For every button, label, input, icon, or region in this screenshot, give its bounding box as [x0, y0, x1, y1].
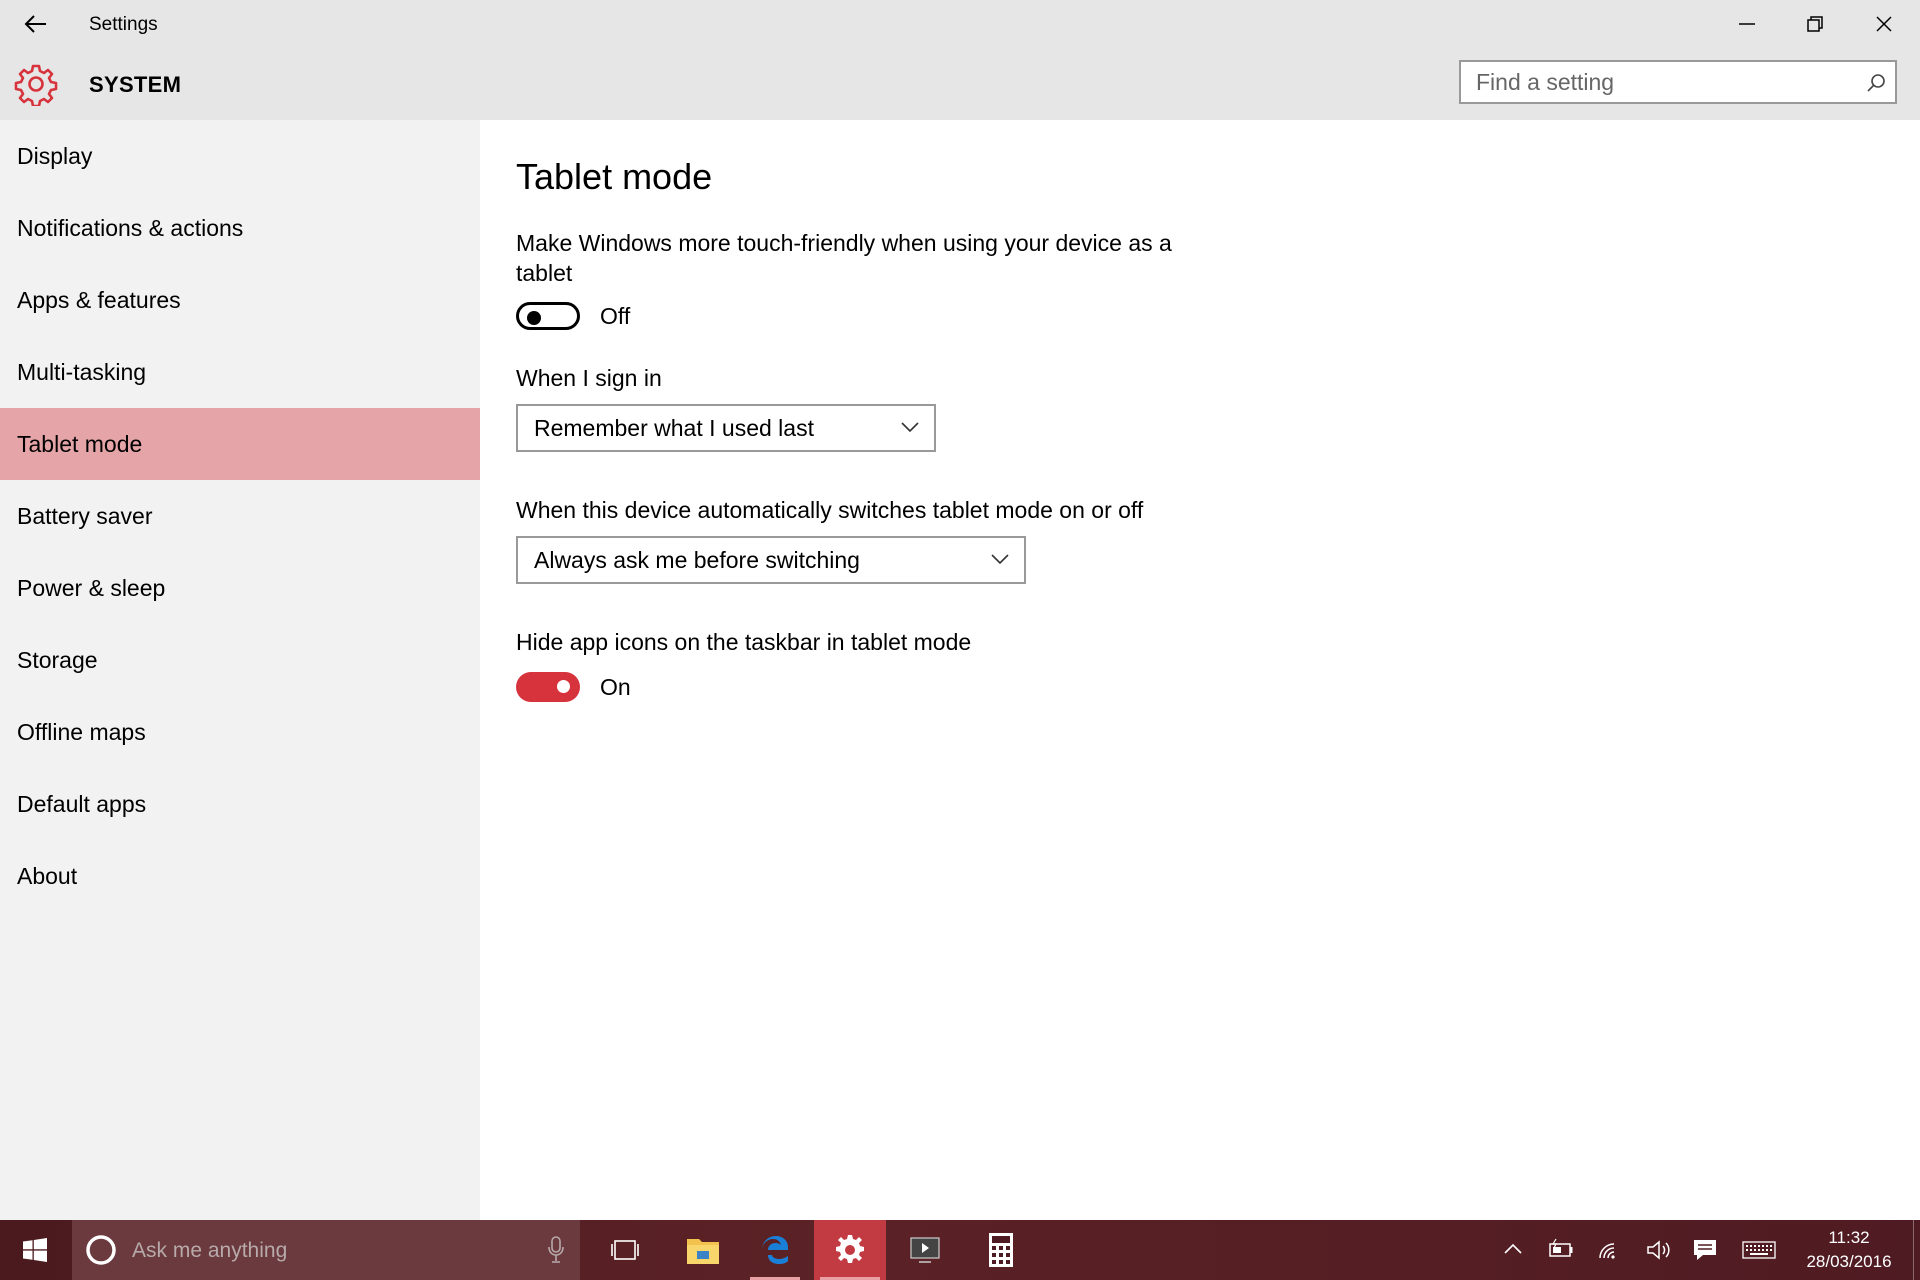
show-hidden-icons-button[interactable] [1497, 1234, 1529, 1266]
sidebar: Display Notifications & actions Apps & f… [0, 120, 480, 1220]
auto-switch-dropdown-value: Always ask me before switching [534, 547, 860, 573]
sidebar-item-storage[interactable]: Storage [0, 624, 480, 696]
search-box[interactable] [1459, 60, 1897, 104]
search-icon[interactable] [1865, 72, 1887, 94]
touch-friendly-description-line1: Make Windows more touch-friendly when us… [516, 230, 1172, 256]
sidebar-item-battery-saver[interactable]: Battery saver [0, 480, 480, 552]
battery-charging-icon [1549, 1238, 1573, 1257]
touch-friendly-description-line2: tablet [516, 260, 573, 286]
hide-app-icons-toggle-state: On [600, 674, 631, 700]
media-taskbar-button[interactable] [892, 1220, 958, 1280]
media-player-icon [910, 1237, 940, 1263]
restore-button[interactable] [1782, 0, 1848, 48]
title-bar: Settings SYSTEM [0, 0, 1920, 120]
sidebar-item-power-sleep[interactable]: Power & sleep [0, 552, 480, 624]
close-icon [1876, 16, 1892, 32]
action-center-button[interactable] [1689, 1234, 1721, 1266]
file-explorer-taskbar-button[interactable] [669, 1220, 739, 1280]
sidebar-item-display[interactable]: Display [0, 120, 480, 192]
cortana-icon [86, 1235, 116, 1265]
clock[interactable]: 11:32 28/03/2016 [1790, 1226, 1908, 1274]
gear-icon [14, 62, 58, 108]
task-view-button[interactable] [590, 1220, 660, 1280]
clock-date: 28/03/2016 [1806, 1252, 1892, 1271]
sidebar-item-offline-maps[interactable]: Offline maps [0, 696, 480, 768]
window-title: Settings [89, 14, 158, 35]
search-input[interactable] [1461, 62, 1866, 102]
taskbar: 11:32 28/03/2016 [0, 1220, 1920, 1280]
show-desktop-button[interactable] [1913, 1220, 1914, 1280]
tablet-mode-toggle-state: Off [600, 303, 631, 329]
settings-taskbar-button[interactable] [814, 1220, 886, 1280]
toggle-knob [527, 311, 541, 325]
start-button[interactable] [0, 1220, 72, 1280]
battery-button[interactable] [1545, 1234, 1577, 1266]
sidebar-item-apps-features[interactable]: Apps & features [0, 264, 480, 336]
network-button[interactable] [1594, 1234, 1626, 1266]
toggle-knob [557, 680, 570, 693]
edge-taskbar-button[interactable] [744, 1220, 806, 1280]
tablet-mode-toggle[interactable] [516, 302, 580, 330]
hide-app-icons-toggle[interactable] [516, 672, 580, 702]
sidebar-item-tablet-mode[interactable]: Tablet mode [0, 408, 480, 480]
sidebar-item-default-apps[interactable]: Default apps [0, 768, 480, 840]
gear-icon [836, 1235, 864, 1263]
back-arrow-icon[interactable] [20, 10, 52, 38]
edge-browser-icon [762, 1236, 788, 1264]
speaker-icon [1647, 1240, 1670, 1260]
wifi-icon [1599, 1243, 1615, 1259]
chevron-up-icon [1504, 1243, 1522, 1254]
sign-in-label: When I sign in [516, 365, 662, 391]
touch-keyboard-button[interactable] [1741, 1234, 1777, 1266]
sidebar-item-notifications[interactable]: Notifications & actions [0, 192, 480, 264]
chevron-down-icon [901, 422, 919, 433]
auto-switch-label: When this device automatically switches … [516, 497, 1144, 523]
notifications-icon [1694, 1240, 1716, 1260]
page-title: Tablet mode [516, 156, 713, 197]
minimize-button[interactable] [1714, 0, 1780, 48]
windows-logo-icon [23, 1238, 47, 1262]
cortana-search-box[interactable] [72, 1220, 580, 1280]
chevron-down-icon [991, 554, 1009, 565]
sidebar-item-about[interactable]: About [0, 840, 480, 912]
keyboard-icon [1742, 1241, 1776, 1259]
touch-friendly-description: Make Windows more touch-friendly when us… [516, 228, 1172, 288]
calculator-taskbar-button[interactable] [966, 1220, 1036, 1280]
task-view-icon [611, 1240, 639, 1260]
auto-switch-dropdown[interactable]: Always ask me before switching [516, 536, 1026, 584]
restore-icon [1807, 16, 1823, 32]
content-pane: Tablet mode Make Windows more touch-frie… [480, 120, 1920, 1220]
close-button[interactable] [1851, 0, 1917, 48]
sign-in-dropdown[interactable]: Remember what I used last [516, 404, 936, 452]
calculator-icon [989, 1233, 1013, 1267]
hide-app-icons-label: Hide app icons on the taskbar in tablet … [516, 629, 972, 655]
sign-in-dropdown-value: Remember what I used last [534, 415, 814, 441]
clock-time: 11:32 [1828, 1228, 1870, 1247]
microphone-icon[interactable] [546, 1235, 566, 1265]
folder-icon [687, 1239, 719, 1264]
sidebar-item-multitasking[interactable]: Multi-tasking [0, 336, 480, 408]
section-title: SYSTEM [89, 72, 182, 97]
cortana-search-input[interactable] [130, 1234, 514, 1268]
volume-button[interactable] [1642, 1234, 1674, 1266]
minimize-icon [1739, 23, 1755, 25]
